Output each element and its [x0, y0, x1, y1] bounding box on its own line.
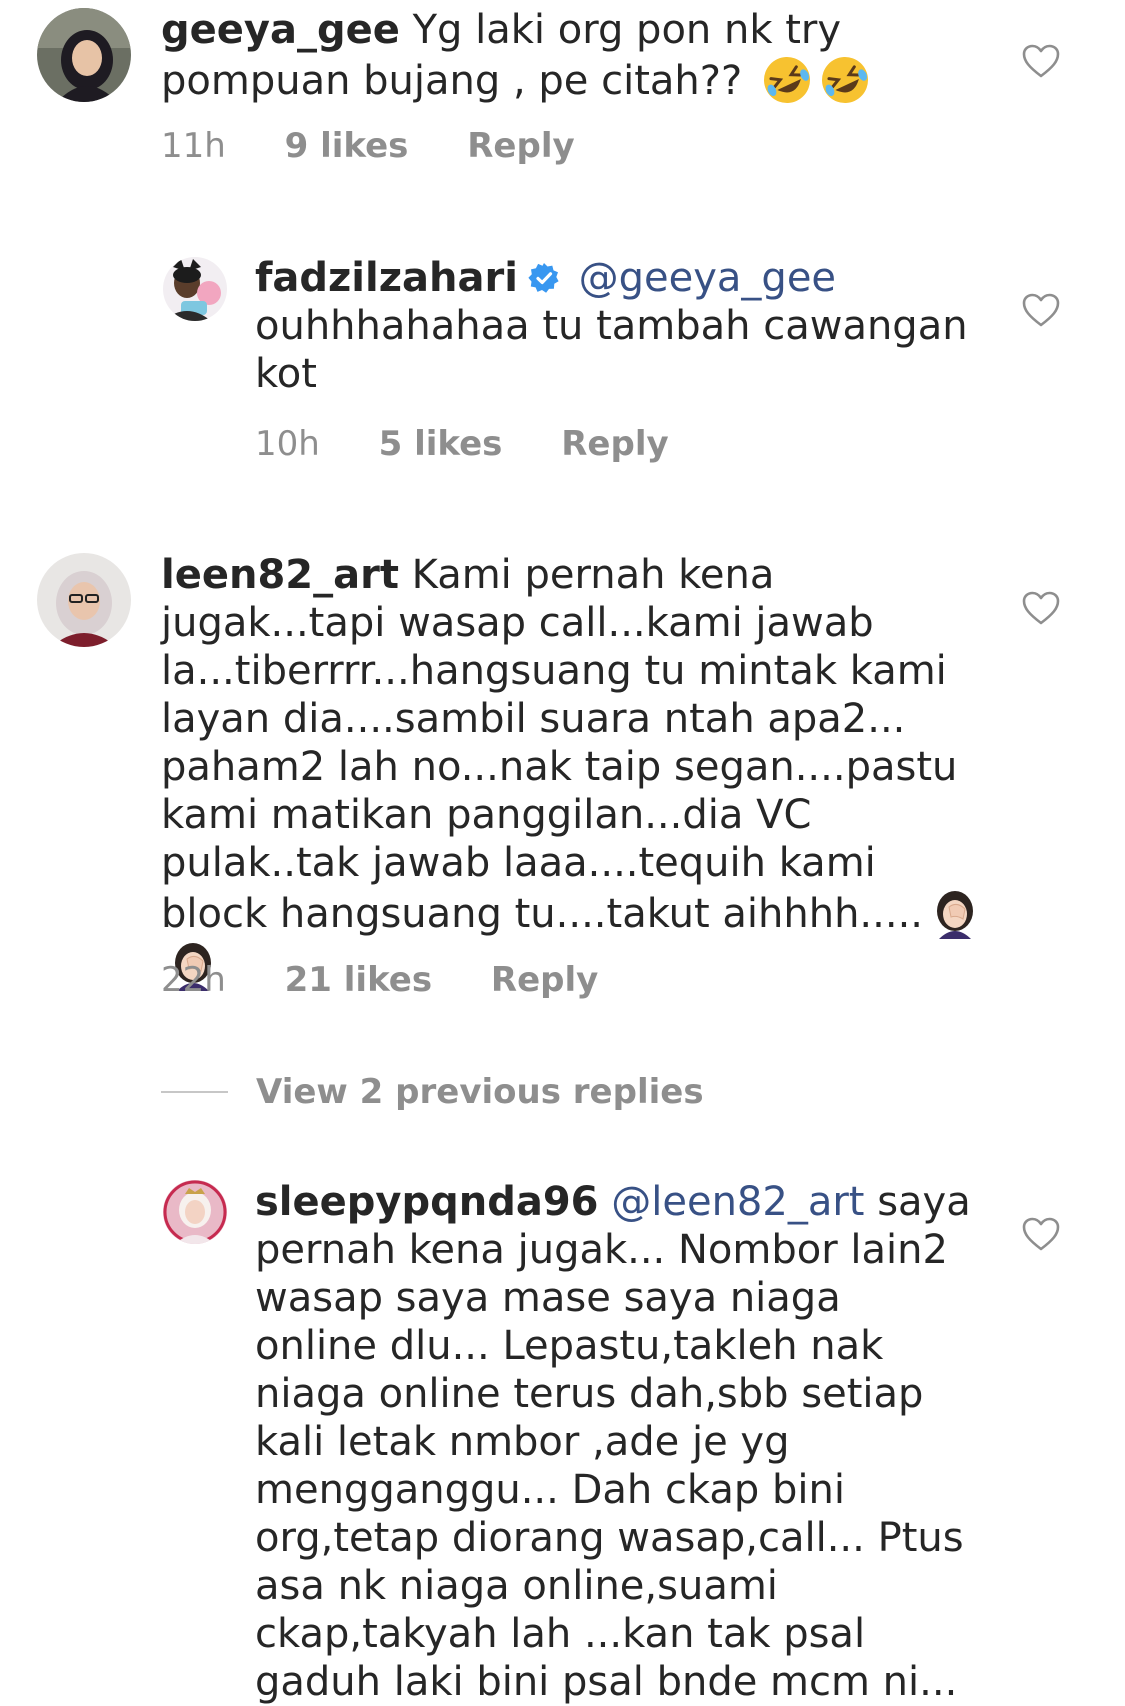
- rolling-on-floor-laughing-emoji: [819, 54, 871, 106]
- avatar[interactable]: [37, 553, 131, 647]
- divider: [161, 1091, 228, 1093]
- comment-body: ouhhhahahaa tu tambah cawangan kot: [255, 303, 968, 397]
- likes-count[interactable]: 9 likes: [285, 126, 409, 166]
- verified-badge-icon: [528, 262, 560, 294]
- comment-text: geeya_gee Yg laki org pon nk try pompuan…: [161, 6, 981, 106]
- comment-meta: 22h 21 likes Reply: [161, 960, 598, 1000]
- heart-outline-icon[interactable]: [1021, 590, 1061, 626]
- heart-outline-icon[interactable]: [1021, 43, 1061, 79]
- timestamp: 11h: [161, 126, 226, 166]
- comment-text: fadzilzahari @geeya_gee ouhhhahahaa tu t…: [255, 254, 995, 398]
- comment-meta: 11h 9 likes Reply: [161, 126, 575, 166]
- reply-button[interactable]: Reply: [561, 424, 668, 464]
- comment-body: saya pernah kena jugak... Nombor lain2 w…: [255, 1179, 971, 1705]
- timestamp: 10h: [255, 424, 320, 464]
- woman-facepalming-emoji: [929, 887, 981, 939]
- mention-link[interactable]: @geeya_gee: [579, 255, 836, 301]
- comment-text: leen82_art Kami pernah kena jugak...tapi…: [161, 551, 981, 991]
- heart-outline-icon[interactable]: [1021, 1216, 1061, 1252]
- avatar[interactable]: [37, 8, 131, 102]
- comment-body: Kami pernah kena jugak...tapi wasap call…: [161, 552, 958, 937]
- username[interactable]: fadzilzahari: [255, 255, 518, 301]
- username[interactable]: geeya_gee: [161, 7, 400, 53]
- reply-button[interactable]: Reply: [491, 960, 598, 1000]
- mention-link[interactable]: @leen82_art: [611, 1179, 864, 1225]
- comment-text: sleepypqnda96 @leen82_art saya pernah ke…: [255, 1178, 975, 1706]
- heart-outline-icon[interactable]: [1021, 292, 1061, 328]
- rolling-on-floor-laughing-emoji: [761, 54, 813, 106]
- avatar[interactable]: [163, 257, 227, 321]
- view-replies-label[interactable]: View 2 previous replies: [256, 1070, 704, 1114]
- likes-count[interactable]: 5 likes: [379, 424, 503, 464]
- timestamp: 22h: [161, 960, 226, 1000]
- username[interactable]: leen82_art: [161, 552, 399, 598]
- likes-count[interactable]: 21 likes: [285, 960, 432, 1000]
- comment-meta: 10h 5 likes Reply: [255, 424, 669, 464]
- username[interactable]: sleepypqnda96: [255, 1179, 599, 1225]
- avatar[interactable]: [163, 1180, 227, 1244]
- reply-button[interactable]: Reply: [467, 126, 574, 166]
